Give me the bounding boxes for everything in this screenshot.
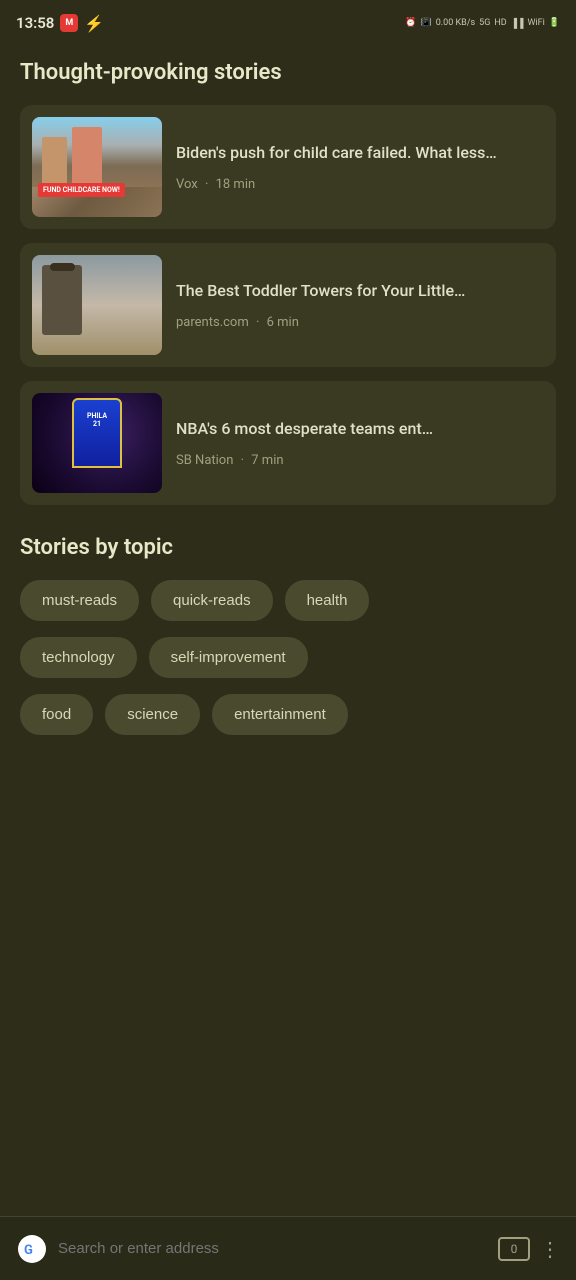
signal-hd-icon: HD	[494, 18, 506, 28]
topic-chip-health[interactable]: health	[285, 580, 370, 621]
story-meta-2: parents.com · 6 min	[176, 315, 544, 330]
story-readtime-3: 7 min	[251, 453, 283, 468]
search-input[interactable]	[58, 1240, 488, 1257]
flash-icon: ⚡	[84, 14, 104, 33]
story-title-2: The Best Toddler Towers for Your Little…	[176, 280, 544, 302]
topic-chip-science[interactable]: science	[105, 694, 200, 735]
story-title-3: NBA's 6 most desperate teams ent…	[176, 418, 544, 440]
google-logo: G	[16, 1233, 48, 1265]
svg-text:G: G	[24, 1243, 33, 1258]
childcare-buildings	[32, 117, 162, 187]
battery-icon: 🔋	[549, 18, 560, 28]
story-thumbnail-3: PHILA21	[32, 393, 162, 493]
meta-dot-3: ·	[241, 453, 248, 468]
topics-section: Stories by topic must-reads quick-reads …	[0, 535, 576, 735]
topics-row-2: technology self-improvement	[20, 637, 556, 678]
signal-5g-icon: 5G	[479, 18, 490, 28]
wifi-icon: WiFi	[527, 18, 544, 28]
story-thumbnail-1	[32, 117, 162, 217]
topics-row-3: food science entertainment	[20, 694, 556, 735]
data-speed: 0.00 KB/s	[436, 18, 475, 28]
topic-chip-food[interactable]: food	[20, 694, 93, 735]
story-info-3: NBA's 6 most desperate teams ent… SB Nat…	[176, 418, 544, 467]
story-card-2[interactable]: The Best Toddler Towers for Your Little……	[20, 243, 556, 367]
topic-chip-quick-reads[interactable]: quick-reads	[151, 580, 273, 621]
status-time: 13:58	[16, 14, 54, 32]
status-bar: 13:58 M ⚡ ⏰ 📳 0.00 KB/s 5G HD ▐▐ WiFi 🔋	[0, 0, 576, 44]
toddler-thumb-image	[32, 255, 162, 355]
topic-chip-must-reads[interactable]: must-reads	[20, 580, 139, 621]
more-menu-icon[interactable]: ⋮	[540, 1237, 560, 1261]
story-title-1: Biden's push for child care failed. What…	[176, 142, 544, 164]
story-info-1: Biden's push for child care failed. What…	[176, 142, 544, 191]
story-card-3[interactable]: PHILA21 NBA's 6 most desperate teams ent…	[20, 381, 556, 505]
alarm-icon: ⏰	[405, 18, 416, 28]
vibrate-icon: 📳	[421, 18, 432, 28]
main-content: Thought-provoking stories Biden's push f…	[0, 44, 576, 505]
nba-thumb-image: PHILA21	[32, 393, 162, 493]
topic-chip-entertainment[interactable]: entertainment	[212, 694, 348, 735]
story-meta-1: Vox · 18 min	[176, 177, 544, 192]
topic-chip-self-improvement[interactable]: self-improvement	[149, 637, 308, 678]
browser-bar: G 0 ⋮	[0, 1216, 576, 1280]
status-bar-right: ⏰ 📳 0.00 KB/s 5G HD ▐▐ WiFi 🔋	[405, 18, 560, 29]
story-thumbnail-2	[32, 255, 162, 355]
status-bar-left: 13:58 M ⚡	[16, 14, 104, 33]
story-info-2: The Best Toddler Towers for Your Little……	[176, 280, 544, 329]
story-readtime-2: 6 min	[267, 315, 299, 330]
tabs-count[interactable]: 0	[498, 1237, 530, 1261]
childcare-thumb-image	[32, 117, 162, 217]
thought-provoking-title: Thought-provoking stories	[20, 60, 556, 85]
topics-row-1: must-reads quick-reads health	[20, 580, 556, 621]
topics-title: Stories by topic	[20, 535, 556, 560]
story-readtime-1: 18 min	[216, 177, 256, 192]
story-card-1[interactable]: Biden's push for child care failed. What…	[20, 105, 556, 229]
app-icon: M	[60, 14, 78, 32]
signal-bars-icon: ▐▐	[511, 18, 524, 29]
topic-chip-technology[interactable]: technology	[20, 637, 137, 678]
story-source-1: Vox	[176, 177, 198, 192]
story-source-2: parents.com	[176, 315, 249, 330]
story-source-3: SB Nation	[176, 453, 233, 468]
meta-dot-2: ·	[256, 315, 263, 330]
story-meta-3: SB Nation · 7 min	[176, 453, 544, 468]
meta-dot-1: ·	[205, 177, 212, 192]
